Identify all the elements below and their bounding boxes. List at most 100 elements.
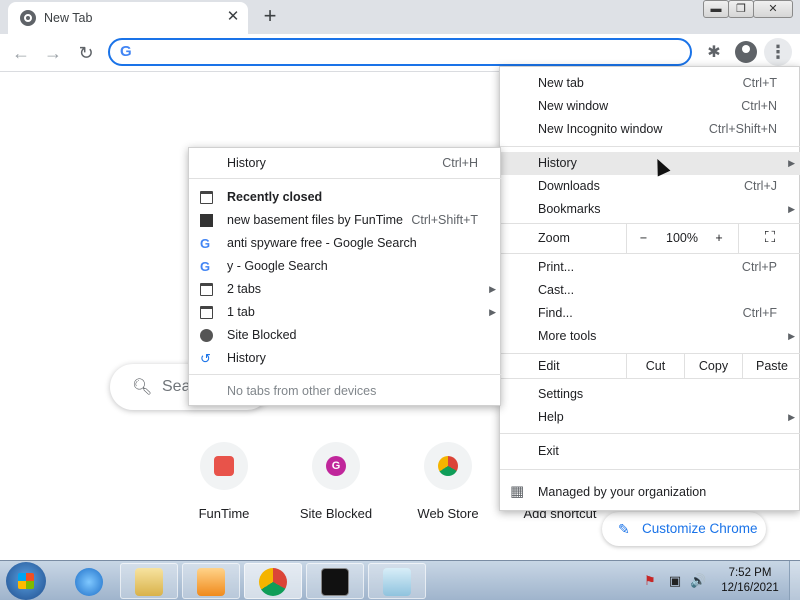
submenu-item-shortcut: Ctrl+H xyxy=(442,156,478,170)
back-button[interactable]: ← xyxy=(8,40,34,66)
menu-item-print[interactable]: Print... Ctrl+P xyxy=(500,256,800,279)
menu-item-managed[interactable]: ▦ Managed by your organization xyxy=(500,477,800,507)
cmd-taskbar-button[interactable] xyxy=(306,563,364,599)
address-input[interactable] xyxy=(144,43,664,61)
tab-close-icon[interactable]: ✕ xyxy=(224,8,242,26)
explorer-taskbar-button[interactable] xyxy=(120,563,178,599)
menu-item-label: History xyxy=(538,156,577,170)
tab-strip: New Tab ✕ + ▬ ❐ ✕ xyxy=(0,0,800,34)
restore-button[interactable]: ❐ xyxy=(728,0,754,18)
paste-button[interactable]: Paste xyxy=(742,354,800,378)
close-window-button[interactable]: ✕ xyxy=(753,0,793,18)
submenu-item-label: new basement files by FunTime xyxy=(227,213,404,227)
show-desktop-button[interactable] xyxy=(789,561,800,600)
menu-item-new-incognito[interactable]: New Incognito window Ctrl+Shift+N xyxy=(500,118,800,141)
profile-avatar-icon[interactable] xyxy=(735,41,757,63)
menu-item-label: Bookmarks xyxy=(538,202,601,216)
zoom-out-button[interactable]: − xyxy=(626,223,660,253)
menu-item-cast[interactable]: Cast... xyxy=(500,279,800,302)
submenu-item-label: 2 tabs xyxy=(227,282,262,296)
menu-item-settings[interactable]: Settings xyxy=(500,383,800,406)
google-icon: G xyxy=(120,43,132,60)
submenu-item-label: Recently closed xyxy=(227,190,323,204)
tab-new-tab[interactable]: New Tab ✕ xyxy=(8,2,248,34)
menu-item-find[interactable]: Find... Ctrl+F xyxy=(500,302,800,325)
chrome-favicon-icon xyxy=(20,10,36,26)
shortcut-funtime[interactable]: FunTime xyxy=(174,442,274,521)
taskbar-clock[interactable]: 7:52 PM 12/16/2021 xyxy=(716,566,784,596)
action-center-icon[interactable]: ⚑ xyxy=(642,573,658,589)
menu-item-bookmarks[interactable]: Bookmarks ▶ xyxy=(500,198,800,221)
submenu-item-label: Site Blocked xyxy=(227,328,297,342)
submenu-item-recent[interactable]: new basement files by FunTime Ctrl+Shift… xyxy=(189,209,502,232)
network-icon[interactable]: ▣ xyxy=(667,573,683,589)
submenu-item-recent[interactable]: ↺ History xyxy=(189,347,502,370)
web-store-icon xyxy=(438,456,458,476)
address-bar[interactable]: G xyxy=(108,38,692,66)
ie-taskbar-button[interactable] xyxy=(60,563,118,599)
submenu-item-recent[interactable]: G y - Google Search xyxy=(189,255,502,278)
notepad-taskbar-button[interactable] xyxy=(368,563,426,599)
cut-button[interactable]: Cut xyxy=(626,354,684,378)
submenu-item-recent[interactable]: 2 tabs ▶ xyxy=(189,278,502,301)
menu-item-new-tab[interactable]: New tab Ctrl+T xyxy=(500,72,800,95)
submenu-item-history[interactable]: History Ctrl+H xyxy=(189,152,502,175)
menu-item-history[interactable]: History ▶ xyxy=(500,152,800,175)
site-blocked-g-icon: G xyxy=(326,456,346,476)
submenu-item-shortcut: Ctrl+Shift+T xyxy=(411,213,478,227)
new-tab-button[interactable]: + xyxy=(258,5,282,29)
menu-item-exit[interactable]: Exit xyxy=(500,440,800,463)
window-icon xyxy=(200,283,213,296)
menu-item-label: Help xyxy=(538,410,564,424)
volume-icon[interactable]: 🔊 xyxy=(690,573,706,589)
globe-icon xyxy=(200,329,213,342)
menu-item-label: More tools xyxy=(538,329,597,343)
submenu-item-recent[interactable]: 1 tab ▶ xyxy=(189,301,502,324)
submenu-item-recent[interactable]: Site Blocked xyxy=(189,324,502,347)
submenu-item-recent[interactable]: G anti spyware free - Google Search xyxy=(189,232,502,255)
menu-item-shortcut: Ctrl+Shift+N xyxy=(708,122,777,136)
menu-item-downloads[interactable]: Downloads Ctrl+J xyxy=(500,175,800,198)
folder-icon xyxy=(135,568,163,596)
submenu-arrow-icon: ▶ xyxy=(788,331,795,341)
history-icon: ↺ xyxy=(200,351,211,366)
no-tabs-message: No tabs from other devices xyxy=(189,380,502,403)
customize-label: Customize Chrome xyxy=(642,521,758,536)
menu-item-shortcut: Ctrl+J xyxy=(744,179,777,193)
recently-closed-header: Recently closed xyxy=(189,186,502,209)
submenu-item-label: anti spyware free - Google Search xyxy=(227,236,417,250)
submenu-arrow-icon: ▶ xyxy=(788,158,795,168)
start-button[interactable] xyxy=(6,562,46,600)
customize-chrome-button[interactable]: ✎ Customize Chrome xyxy=(602,512,766,546)
shortcut-web-store[interactable]: Web Store xyxy=(398,442,498,521)
window-icon xyxy=(200,306,213,319)
menu-item-shortcut: Ctrl+F xyxy=(742,306,777,320)
extensions-icon[interactable]: ✱ xyxy=(702,41,726,65)
chrome-taskbar-button[interactable] xyxy=(244,563,302,599)
zoom-level: 100% xyxy=(666,231,698,245)
shortcut-site-blocked[interactable]: G Site Blocked xyxy=(286,442,386,521)
command-prompt-icon xyxy=(321,568,349,596)
media-player-taskbar-button[interactable] xyxy=(182,563,240,599)
menu-item-more-tools[interactable]: More tools ▶ xyxy=(500,325,800,348)
menu-item-label: New Incognito window xyxy=(538,122,663,136)
zoom-in-button[interactable]: + xyxy=(704,223,734,253)
funtime-icon xyxy=(214,456,234,476)
submenu-item-label: History xyxy=(227,351,266,365)
menu-item-new-window[interactable]: New window Ctrl+N xyxy=(500,95,800,118)
submenu-item-label: 1 tab xyxy=(227,305,255,319)
menu-item-label: New tab xyxy=(538,76,584,90)
reload-button[interactable]: ↻ xyxy=(73,40,99,66)
clock-date: 12/16/2021 xyxy=(721,582,779,594)
submenu-arrow-icon: ▶ xyxy=(788,412,795,422)
copy-button[interactable]: Copy xyxy=(684,354,742,378)
minimize-button[interactable]: ▬ xyxy=(703,0,729,18)
menu-item-help[interactable]: Help ▶ xyxy=(500,406,800,429)
search-icon: 🔍︎ xyxy=(132,379,153,396)
fullscreen-icon[interactable]: ⛶ xyxy=(738,223,800,253)
menu-item-label: Edit xyxy=(538,359,560,373)
submenu-item-label: No tabs from other devices xyxy=(227,384,377,398)
chrome-menu-button[interactable]: ⋮ xyxy=(764,38,792,66)
submenu-arrow-icon: ▶ xyxy=(788,204,795,214)
forward-button[interactable]: → xyxy=(40,40,66,66)
